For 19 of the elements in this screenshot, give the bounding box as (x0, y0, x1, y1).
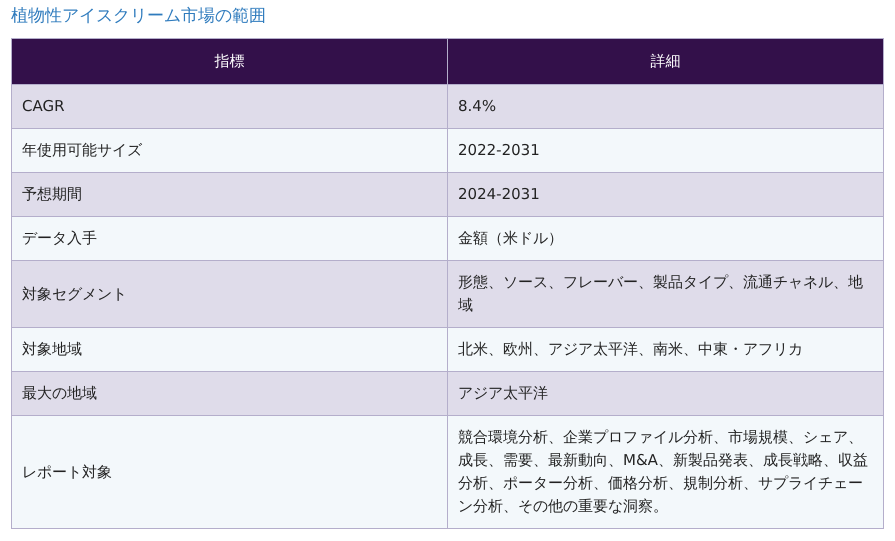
table-cell: データ入手 (12, 216, 448, 260)
table-cell: CAGR (12, 84, 448, 128)
table-cell: 北米、欧州、アジア太平洋、南米、中東・アフリカ (448, 328, 884, 372)
section-title: 植物性アイスクリーム市場の範囲 (11, 5, 267, 28)
table-cell: 金額（米ドル） (448, 216, 884, 260)
table-cell: 対象セグメント (12, 260, 448, 328)
table-cell: レポート対象 (12, 416, 448, 528)
table-cell: 8.4% (448, 84, 884, 128)
column-header: 指標 (12, 38, 448, 84)
table-cell: 年使用可能サイズ (12, 128, 448, 172)
table-cell: 最大の地域 (12, 372, 448, 416)
table-cell: 競合環境分析、企業プロファイル分析、市場規模、シェア、成長、需要、最新動向、M&A、新製品発表、成長戦略、収益分析、ポーター分析、価格分析、規制分析、サプライチェーン分析、その他の重要な洞察。 (448, 416, 884, 528)
table-cell: 予想期間 (12, 172, 448, 216)
table-cell: 2022-2031 (448, 128, 884, 172)
table-cell: アジア太平洋 (448, 372, 884, 416)
table-cell: 対象地域 (12, 328, 448, 372)
column-header: 詳細 (448, 38, 884, 84)
table-cell: 2024-2031 (448, 172, 884, 216)
table-cell: 形態、ソース、フレーバー、製品タイプ、流通チャネル、地域 (448, 260, 884, 328)
